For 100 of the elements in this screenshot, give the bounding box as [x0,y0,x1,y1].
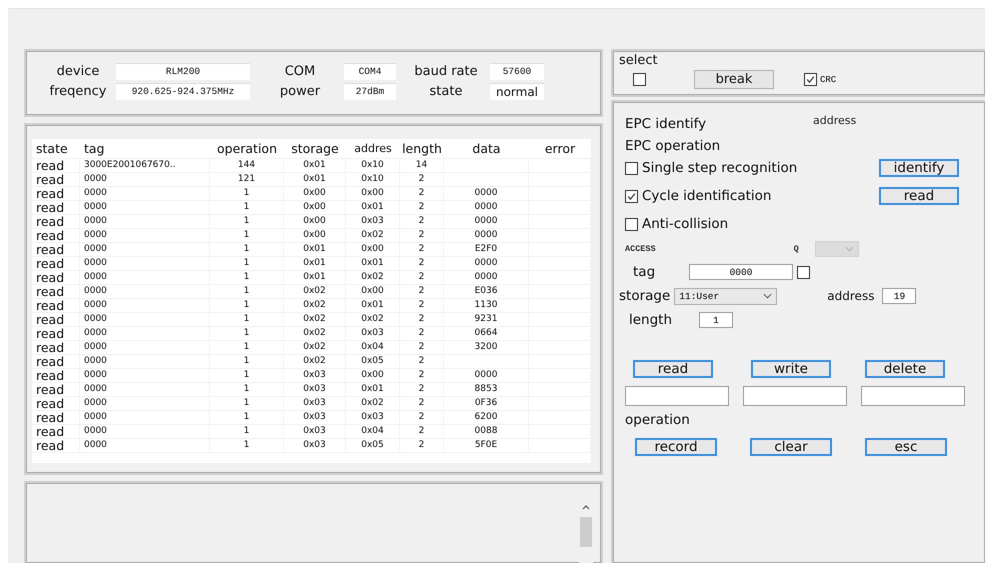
table-cell: read [32,173,80,186]
table-cell: 5F0E [444,439,529,452]
column-header[interactable]: data [444,141,529,156]
table-cell: 0088 [444,425,529,438]
action-button[interactable]: read [633,360,713,378]
checkbox[interactable] [625,162,638,174]
table-cell: 2 [400,341,444,354]
table-cell: 1 [210,201,284,214]
result-field[interactable] [861,386,965,406]
column-header[interactable]: state [32,141,80,156]
table-cell: 1 [210,439,284,452]
table-cell: read [32,243,80,256]
table-cell: 0x02 [284,285,346,298]
table-cell: 0x10 [346,173,400,186]
table-cell: 0x03 [346,215,400,228]
table-cell: 2 [400,299,444,312]
column-header[interactable]: storage [284,141,346,156]
table-cell: 0x02 [284,355,346,368]
action-button[interactable]: clear [750,438,832,456]
column-header[interactable]: length [400,141,444,156]
value-field[interactable]: RLM200 [116,63,250,80]
value-field[interactable]: 57600 [490,63,544,80]
checkbox[interactable] [625,218,638,230]
value-field[interactable]: 27dBm [344,83,396,100]
length-field[interactable]: 1 [699,312,733,328]
table-cell: E2F0 [444,243,529,256]
table-cell: 2 [400,439,444,452]
field-label: address [813,114,856,127]
break-button[interactable]: break [694,70,774,89]
table-cell: 9231 [444,313,529,326]
table-cell: 0x03 [346,411,400,424]
table-cell: 144 [210,159,284,172]
table-cell: 0x05 [346,355,400,368]
storage-dropdown[interactable]: 11:User [674,288,778,304]
action-button[interactable]: identify [879,159,959,177]
table-cell: 0x02 [346,229,400,242]
table-cell: read [32,299,80,312]
table-cell: 8853 [444,383,529,396]
scroll-up-icon[interactable] [581,503,591,511]
table-cell: read [32,383,80,396]
address-field[interactable]: 19 [882,288,916,304]
table-cell: read [32,411,80,424]
table-cell: 1 [210,243,284,256]
value-field[interactable]: normal [490,83,544,100]
value-field[interactable]: COM4 [344,63,396,80]
table-cell: 0000 [80,383,210,396]
action-button[interactable]: read [879,187,959,205]
table-cell: 0000 [80,327,210,340]
column-header[interactable]: error [529,141,591,156]
checkbox-label: Single step recognition [642,160,798,176]
table-cell: 0000 [80,425,210,438]
table-cell: read [32,369,80,382]
table-cell: 14 [400,159,444,172]
checkbox-label: Cycle identification [642,188,772,204]
action-button[interactable]: esc [865,438,947,456]
value-field[interactable]: 920.625-924.375MHz [116,83,250,100]
table-cell: 2 [400,383,444,396]
result-field[interactable] [625,386,729,406]
field-label: state [428,84,464,99]
table-cell: 0000 [80,355,210,368]
action-button[interactable]: write [751,360,831,378]
column-header[interactable]: tag [80,141,210,156]
tag-field[interactable]: 0000 [689,264,793,280]
table-cell: read [32,187,80,200]
checkbox[interactable] [797,266,810,278]
checkbox-label: CRC [820,74,836,84]
column-header[interactable]: operation [210,141,284,156]
table-cell: 0000 [80,243,210,256]
section-label: EPC operation [625,138,720,154]
table-cell: 0000 [80,257,210,270]
table-cell: 0000 [80,187,210,200]
table-cell: 0x00 [346,243,400,256]
table-cell: 2 [400,257,444,270]
table-cell: 0x01 [346,201,400,214]
table-cell: 0x02 [284,341,346,354]
table-cell: 2 [400,243,444,256]
checkbox[interactable] [633,73,646,86]
field-label: storage [619,288,670,304]
checkbox[interactable] [804,73,817,86]
table-cell: 0000 [80,173,210,186]
table-cell: 0000 [80,299,210,312]
table-cell: E036 [444,285,529,298]
action-button[interactable]: record [635,438,717,456]
table-cell: 0000 [444,257,529,270]
table-cell: 0000 [80,411,210,424]
table-cell: read [32,201,80,214]
group-title: select [619,53,659,68]
table-cell: 0x05 [346,439,400,452]
table-cell: read [32,215,80,228]
result-field[interactable] [743,386,847,406]
table-cell: 0x10 [346,159,400,172]
table-cell: 2 [400,425,444,438]
checkbox[interactable] [625,190,638,202]
action-button[interactable]: delete [865,360,945,378]
table-cell: 0x00 [346,187,400,200]
column-header[interactable]: addres [346,142,400,155]
table-cell: 0x01 [284,271,346,284]
table-cell: 2 [400,229,444,242]
table-cell: 0x03 [284,369,346,382]
table-cell: 2 [400,285,444,298]
